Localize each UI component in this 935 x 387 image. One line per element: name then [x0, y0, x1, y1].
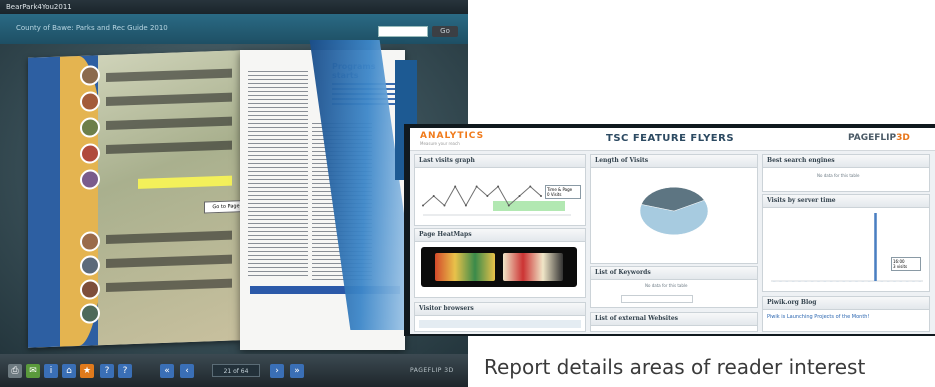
empty-table-message: No data for this table [645, 283, 688, 288]
page-heatmaps-panel: Page HeatMaps [414, 228, 586, 298]
panel-title: Piwik.org Blog [763, 297, 929, 310]
next-page-icon[interactable]: › [270, 364, 284, 378]
last-page-icon[interactable]: » [290, 364, 304, 378]
analytics-header: ANALYTICS Measure your reach TSC FEATURE… [410, 128, 935, 151]
search-input[interactable] [378, 26, 428, 37]
brand-accent: 3D [896, 133, 910, 143]
document-title: County of Bawe: Parks and Rec Guide 2010 [16, 24, 168, 32]
data-point [486, 195, 489, 197]
panel-title: Page HeatMaps [415, 229, 585, 242]
home-icon[interactable]: ⌂ [62, 364, 76, 378]
browser-row [419, 320, 581, 328]
tooltip-line: 0 Visits [547, 192, 562, 197]
analytics-window: ANALYTICS Measure your reach TSC FEATURE… [404, 124, 935, 336]
highlight-band [493, 201, 565, 211]
data-point [497, 185, 500, 188]
heatmap-preview[interactable] [421, 247, 577, 287]
panel-title: Best search engines [763, 155, 929, 168]
heatmap-thumbnail[interactable] [503, 253, 563, 281]
chart-tooltip: Time & Page 0 Visits [545, 185, 581, 199]
left-page[interactable]: Go to Page 24 [28, 50, 240, 348]
data-point [432, 195, 435, 197]
data-point [540, 195, 542, 197]
flipbook-window: BearPark4You2011 County of Bawe: Parks a… [0, 0, 468, 387]
length-of-visits-panel: Length of Visits [590, 154, 758, 264]
data-point [529, 185, 532, 188]
pageflip-logo: PAGEFLIP3D [848, 133, 910, 143]
search-go-button[interactable]: Go [432, 26, 458, 37]
page-tooltip: Go to Page 24 [204, 199, 240, 214]
share-icon[interactable]: ✉ [26, 364, 40, 378]
data-point [507, 204, 510, 207]
panel-title: Visitor browsers [415, 303, 585, 316]
keyword-filter-input[interactable] [621, 295, 693, 303]
visits-server-time-panel: Visits by server time 16:00 3 visits [762, 194, 930, 292]
data-point [422, 204, 424, 207]
brand-main: PAGEFLIP [848, 133, 897, 143]
blog-post-link[interactable]: Piwik is Launching Projects of the Month… [767, 314, 869, 320]
blog-panel: Piwik.org Blog Piwik is Launching Projec… [762, 296, 930, 332]
previous-page-icon[interactable]: ‹ [180, 364, 194, 378]
last-visits-panel: Last visits graph Time & Page 0 Visits [414, 154, 586, 226]
info-icon[interactable]: i [44, 364, 58, 378]
window-title: BearPark4You2011 [0, 0, 468, 14]
data-point [518, 195, 521, 197]
report-title: TSC FEATURE FLYERS [606, 133, 735, 144]
tooltip-line: 3 visits [893, 264, 908, 269]
page-number-field[interactable]: 21 of 64 [212, 364, 260, 377]
flipbook-toolbar: ⎙ ✉ i ⌂ ★ ? ? « ‹ 21 of 64 › » PAGEFLIP … [0, 354, 468, 387]
chart-tooltip: 16:00 3 visits [891, 257, 921, 271]
flipbook-header: County of Bawe: Parks and Rec Guide 2010… [0, 14, 468, 44]
data-point [475, 185, 478, 188]
data-point [454, 185, 457, 188]
analytics-logo-sub: Measure your reach [420, 141, 460, 146]
server-time-chart[interactable] [763, 207, 929, 291]
length-pie-chart[interactable] [591, 167, 757, 261]
bar [874, 213, 877, 281]
help-icon[interactable]: ? [100, 364, 114, 378]
analytics-logo: ANALYTICS [420, 131, 485, 141]
data-point [443, 204, 446, 207]
external-websites-panel: List of external Websites [590, 312, 758, 332]
empty-table-message: No data for this table [817, 173, 860, 178]
caption: Report details areas of reader interest [484, 355, 866, 379]
panel-title: List of external Websites [591, 313, 757, 326]
brand-logo: PAGEFLIP 3D [410, 367, 454, 374]
keywords-panel: List of Keywords No data for this table [590, 266, 758, 308]
heatmap-thumbnail[interactable] [435, 253, 495, 281]
first-page-icon[interactable]: « [160, 364, 174, 378]
text-column [248, 68, 308, 278]
print-icon[interactable]: ⎙ [8, 364, 22, 378]
panel-title: List of Keywords [591, 267, 757, 280]
help-icon-2[interactable]: ? [118, 364, 132, 378]
visitor-browsers-panel: Visitor browsers [414, 302, 586, 332]
search-engines-panel: Best search engines No data for this tab… [762, 154, 930, 192]
bookmark-icon[interactable]: ★ [80, 364, 94, 378]
data-point [464, 204, 467, 207]
